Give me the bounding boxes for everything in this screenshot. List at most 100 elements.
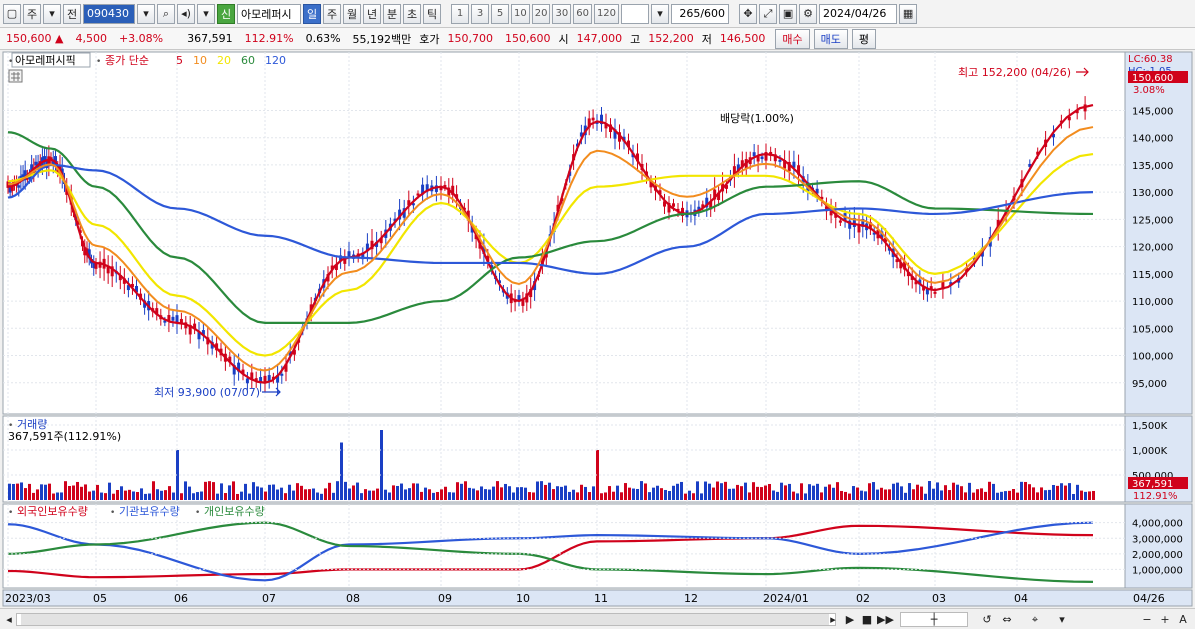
volume-bar <box>672 485 675 500</box>
legend-foreign[interactable]: 외국인보유수량 <box>17 505 88 518</box>
volume-bar <box>548 482 551 500</box>
volume-bar <box>300 485 303 500</box>
buy-button[interactable]: 매수 <box>775 28 810 49</box>
market-select[interactable]: 주 <box>23 3 41 24</box>
price-tick-label: 140,000 <box>1132 134 1173 145</box>
volume-bar <box>344 481 347 500</box>
bid-price: 150,600 <box>505 32 551 45</box>
volume-bar <box>1020 481 1023 500</box>
volume-bar <box>1036 492 1039 500</box>
volume-bar <box>88 491 91 500</box>
interval-3[interactable]: 3 <box>471 3 489 24</box>
chevron-down-icon[interactable]: ▾ <box>43 3 61 24</box>
crosshair-icon[interactable]: ✥ <box>739 3 758 24</box>
gear-icon[interactable]: ⚙ <box>799 3 818 24</box>
interval-5[interactable]: 5 <box>491 3 509 24</box>
tab-week[interactable]: 주 <box>323 3 341 24</box>
calendar-icon[interactable]: ▦ <box>899 3 918 24</box>
tab-day[interactable]: 일 <box>303 3 321 24</box>
volume-bar <box>384 489 387 500</box>
tab-minute[interactable]: 분 <box>383 3 401 24</box>
code-dropdown-icon[interactable]: ▾ <box>137 3 155 24</box>
volume-bar <box>600 493 603 500</box>
interval-custom-input[interactable] <box>621 3 650 24</box>
time-axis-label: 10 <box>516 592 530 605</box>
interval-30[interactable]: 30 <box>552 3 572 24</box>
volume-bar <box>1024 481 1027 500</box>
layout-icon[interactable]: ▢ <box>3 3 21 24</box>
holding-dot-icon: • <box>110 508 115 518</box>
speaker-icon[interactable]: ◂) <box>177 3 195 24</box>
tab-tick[interactable]: 틱 <box>423 3 441 24</box>
volume-bar <box>700 493 703 500</box>
interval-10[interactable]: 10 <box>511 3 530 24</box>
play-icon[interactable]: ▶ <box>843 612 857 627</box>
search-icon[interactable]: ⌕ <box>157 3 175 24</box>
volume-bar <box>340 442 343 500</box>
volume-bar <box>304 489 307 500</box>
speaker-dropdown-icon[interactable]: ▾ <box>197 3 215 24</box>
interval-20[interactable]: 20 <box>531 3 551 24</box>
stop-icon[interactable]: ■ <box>860 612 874 627</box>
grid-toggle-icon[interactable] <box>8 69 23 83</box>
zoom-in-icon[interactable]: + <box>1158 612 1172 627</box>
zoom-slider[interactable]: ┼ <box>900 612 968 627</box>
draw-tool-icon[interactable]: ⤢ <box>759 3 778 24</box>
tab-month[interactable]: 월 <box>343 3 361 24</box>
tab-second[interactable]: 초 <box>403 3 421 24</box>
volume-bar <box>668 491 671 500</box>
volume-bar <box>916 484 919 500</box>
volume-bar <box>524 487 527 500</box>
interval-120[interactable]: 120 <box>593 3 620 24</box>
fast-forward-icon[interactable]: ▶▶ <box>877 612 894 627</box>
volume-bar <box>236 493 239 500</box>
date-input[interactable]: 2024/04/26 <box>819 3 898 24</box>
scrollbar-thumb[interactable] <box>21 614 829 625</box>
volume-bar <box>240 491 243 500</box>
reset-icon[interactable]: ↺ <box>980 612 994 627</box>
zoom-out-icon[interactable]: − <box>1140 612 1154 627</box>
volume-bar <box>720 483 723 500</box>
ma-legend-prefix[interactable]: 종가 단순 <box>105 54 149 67</box>
sell-button[interactable]: 매도 <box>813 28 848 49</box>
panel-dot-icon: • <box>8 57 13 67</box>
dividend-annotation: 배당락(1.00%) <box>720 112 794 125</box>
volume-bar <box>860 490 863 500</box>
volume-bar <box>948 490 951 500</box>
volume-bar <box>376 488 379 500</box>
volume-bar <box>1040 487 1043 500</box>
volume-bar <box>412 483 415 500</box>
volume-bar <box>272 484 275 500</box>
auto-icon[interactable]: A <box>1176 612 1190 627</box>
drag-icon[interactable]: ⌖ <box>1028 612 1042 627</box>
volume-bar <box>100 492 103 500</box>
new-badge-button[interactable]: 신 <box>217 3 235 24</box>
volume-bar <box>400 483 403 500</box>
stock-name-field[interactable]: 아모레퍼시 <box>237 3 301 24</box>
volume-bar <box>648 492 651 500</box>
volume-value: 367,591 <box>187 32 233 45</box>
interval-dropdown-icon[interactable]: ▾ <box>651 3 670 24</box>
tab-year[interactable]: 년 <box>363 3 381 24</box>
legend-individual[interactable]: 개인보유수량 <box>204 505 265 518</box>
eval-button[interactable]: 평 <box>851 28 877 49</box>
cursor-icon[interactable]: ⇔ <box>1000 612 1014 627</box>
scroll-left-icon[interactable]: ◂ <box>2 612 16 627</box>
chart-area[interactable]: 95,000 100,000 105,000 110,000 115,000 120,00… <box>0 50 1195 608</box>
horizontal-scrollbar[interactable] <box>16 613 836 626</box>
mode-icon[interactable]: ▾ <box>1055 612 1069 627</box>
bar-count-field[interactable]: 265/600 <box>671 3 730 24</box>
volume-bar <box>976 489 979 500</box>
legend-institution[interactable]: 기관보유수량 <box>119 505 180 518</box>
volume-bar <box>832 487 835 500</box>
volume-bar <box>404 489 407 500</box>
save-icon[interactable]: ▣ <box>779 3 798 24</box>
stock-code-input[interactable]: 090430 <box>83 3 135 24</box>
xaxis-end-label: 04/26 <box>1133 592 1165 605</box>
interval-1[interactable]: 1 <box>451 3 469 24</box>
volume-bar <box>564 485 567 500</box>
volume-bar <box>360 493 363 500</box>
period-select[interactable]: 전 <box>63 3 81 24</box>
scroll-right-icon[interactable]: ▸ <box>826 612 840 627</box>
interval-60[interactable]: 60 <box>573 3 592 24</box>
